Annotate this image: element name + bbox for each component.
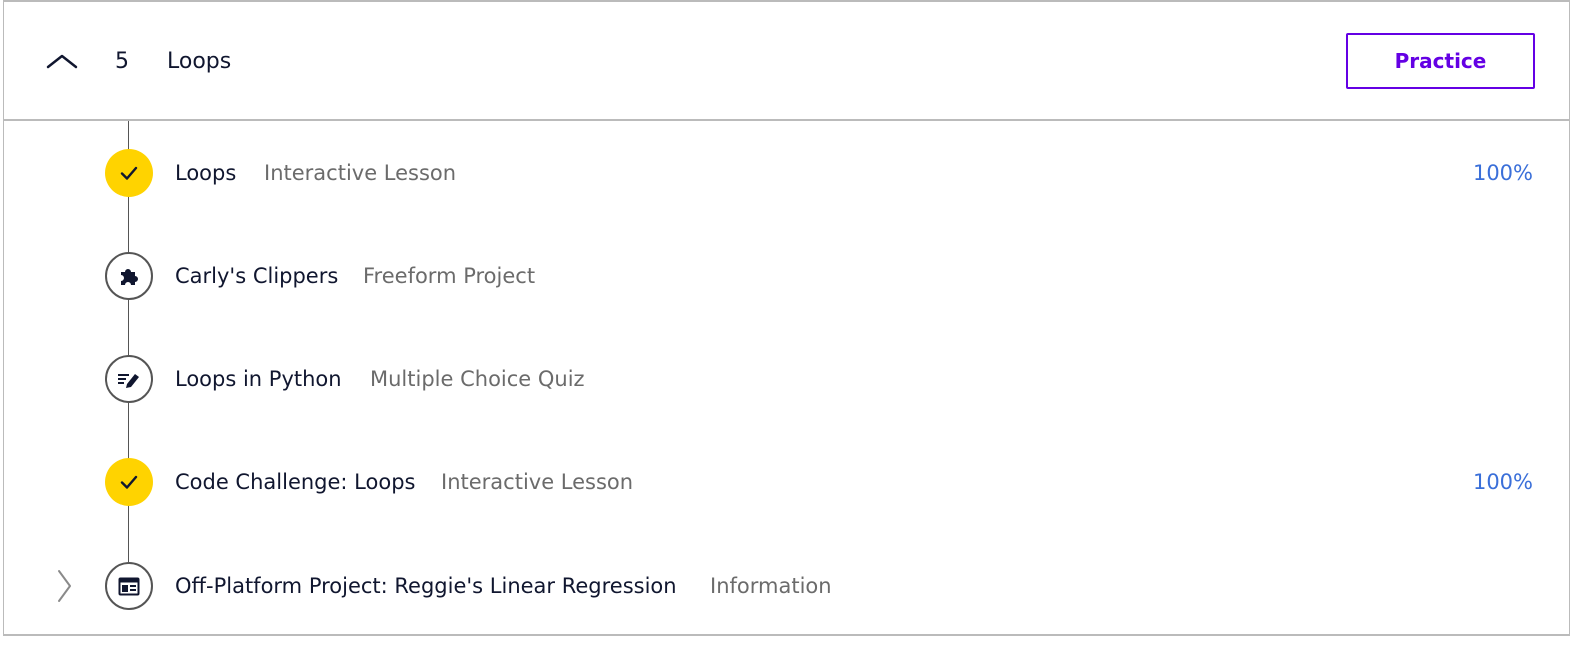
lesson-progress: 100%	[1472, 161, 1533, 185]
checkmark-icon	[120, 475, 138, 489]
lesson-row[interactable]: Loops in Python Multiple Choice Quiz	[4, 327, 1569, 431]
chevron-up-icon[interactable]	[44, 48, 80, 72]
lesson-name[interactable]: Loops in Python	[175, 365, 342, 393]
lesson-name[interactable]: Carly's Clippers	[175, 262, 338, 290]
puzzle-piece-icon	[121, 269, 138, 285]
checkmark-icon	[120, 166, 138, 180]
module-header[interactable]: 5 Loops Practice	[4, 2, 1569, 121]
lesson-status-complete	[105, 458, 153, 506]
lesson-row[interactable]: Carly's Clippers Freeform Project	[4, 224, 1569, 328]
lesson-type: Interactive Lesson	[441, 470, 634, 494]
lesson-row[interactable]: Code Challenge: Loops Interactive Lesson…	[4, 430, 1569, 534]
module-card: 5 Loops Practice Loops Interactive Lesso…	[3, 0, 1570, 636]
lesson-type: Freeform Project	[363, 264, 536, 288]
lesson-type: Multiple Choice Quiz	[370, 367, 585, 391]
lesson-status-incomplete	[105, 562, 153, 610]
lesson-status-complete	[105, 149, 153, 197]
chevron-right-icon[interactable]	[56, 569, 74, 603]
lesson-progress: 100%	[1472, 470, 1533, 494]
lesson-row[interactable]: Loops Interactive Lesson 100%	[4, 121, 1569, 225]
lesson-type: Information	[710, 574, 832, 598]
practice-button[interactable]: Practice	[1346, 33, 1535, 89]
lesson-status-incomplete	[105, 355, 153, 403]
lesson-type: Interactive Lesson	[264, 161, 457, 185]
module-number: 5	[115, 49, 129, 74]
quiz-pencil-icon	[118, 374, 139, 388]
lesson-name[interactable]: Off-Platform Project: Reggie's Linear Re…	[175, 572, 677, 600]
lesson-name[interactable]: Code Challenge: Loops	[175, 468, 415, 496]
lesson-row[interactable]: Off-Platform Project: Reggie's Linear Re…	[4, 533, 1569, 637]
lesson-name[interactable]: Loops	[175, 159, 236, 187]
module-title: Loops	[167, 49, 232, 74]
article-icon	[118, 577, 140, 596]
lesson-status-incomplete	[105, 252, 153, 300]
